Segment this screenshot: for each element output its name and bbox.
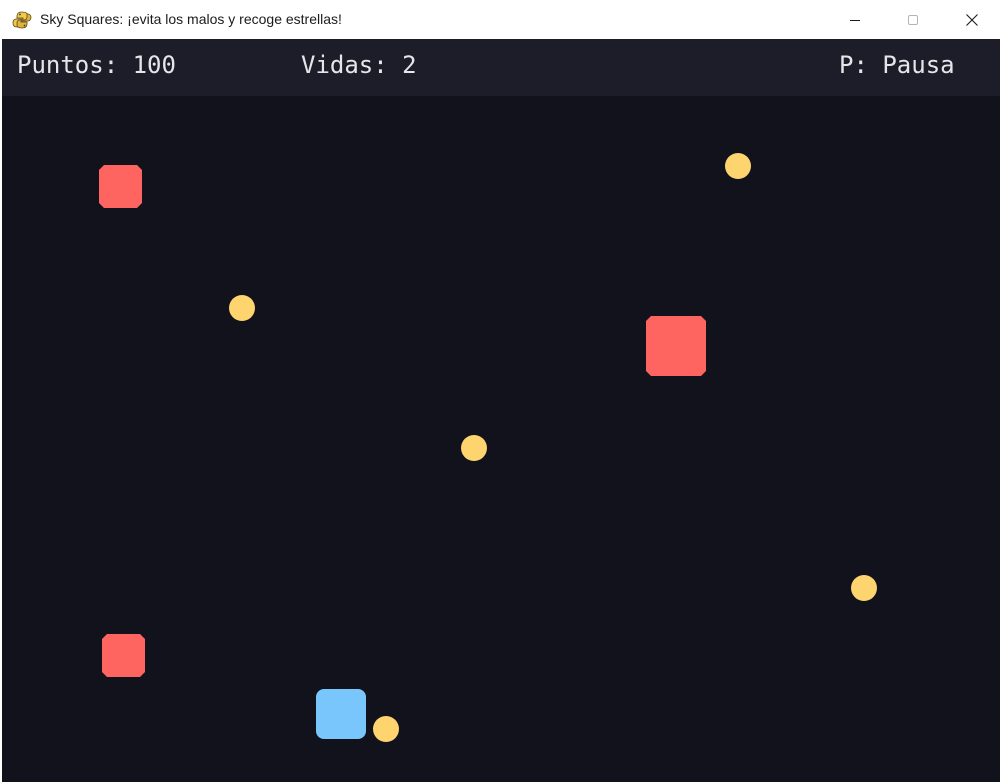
game-canvas[interactable]: Puntos: 100 Vidas: 2 P: Pausa [2,39,1000,782]
star-coin [851,575,877,601]
maximize-icon [908,14,918,25]
enemy-square [99,165,142,208]
enemy-square [646,316,706,376]
star-coin [461,435,487,461]
score-label: Puntos: 100 [17,51,176,79]
lives-label: Vidas: 2 [301,51,417,79]
pygame-snake-icon [12,10,32,30]
minimize-icon [850,19,860,21]
close-button[interactable] [942,0,1000,39]
enemy-square [102,634,145,677]
hud-bar: Puntos: 100 Vidas: 2 P: Pausa [2,39,1000,96]
player-square [316,689,366,739]
star-coin [725,153,751,179]
minimize-button[interactable] [825,0,885,39]
maximize-button[interactable] [883,0,943,39]
pause-hint: P: Pausa [839,51,955,79]
star-coin [373,716,399,742]
window-titlebar[interactable]: Sky Squares: ¡evita los malos y recoge e… [0,0,1000,39]
close-icon [966,13,978,26]
window-title: Sky Squares: ¡evita los malos y recoge e… [40,11,342,27]
star-coin [229,295,255,321]
